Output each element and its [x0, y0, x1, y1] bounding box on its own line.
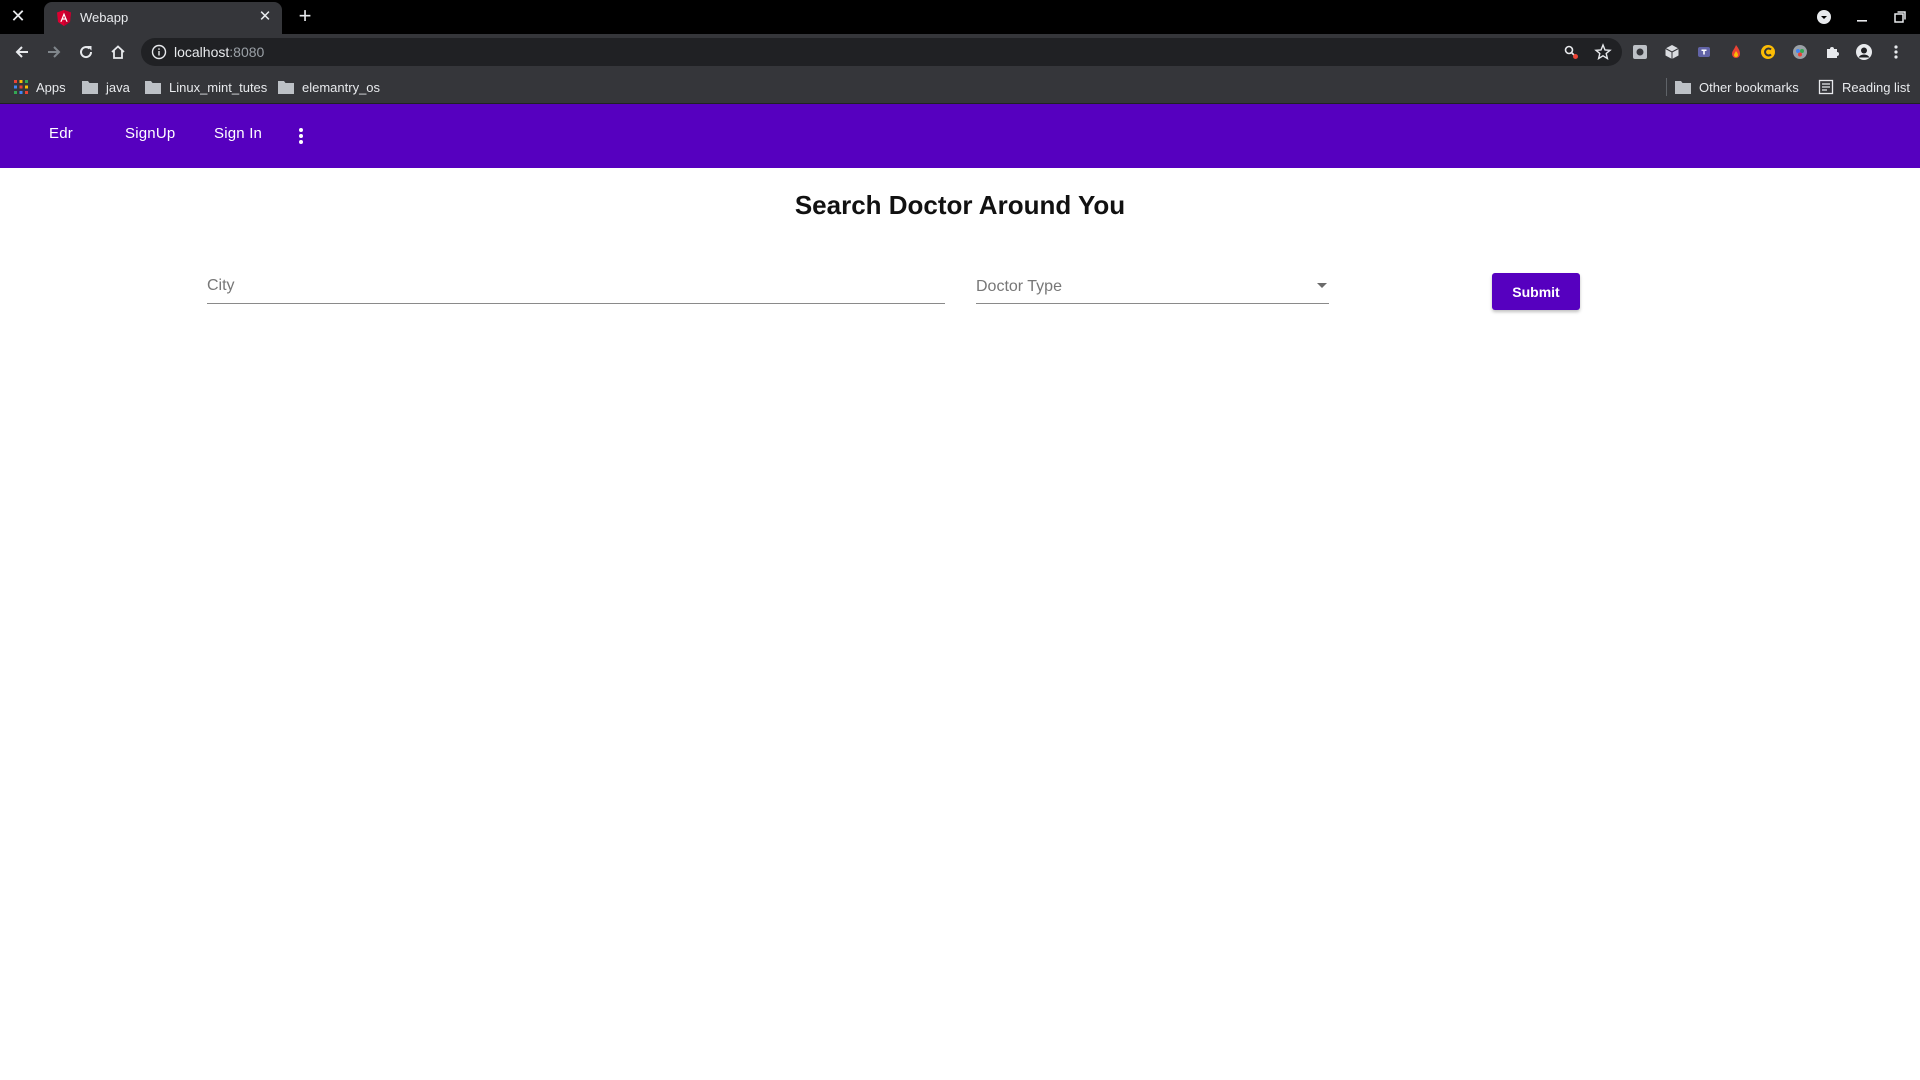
- bookmark-label: elemantry_os: [302, 79, 381, 95]
- extension-yellow-c-icon[interactable]: [1756, 40, 1780, 64]
- bookmark-java[interactable]: java: [82, 78, 130, 96]
- signup-link[interactable]: SignUp: [125, 125, 175, 142]
- bookmark-elemantry-os[interactable]: elemantry_os: [278, 78, 380, 96]
- bookmarks-divider: [1666, 78, 1667, 96]
- doctor-type-placeholder: Doctor Type: [976, 278, 1062, 295]
- folder-icon: [278, 81, 294, 94]
- extension-flame-icon[interactable]: [1724, 40, 1748, 64]
- signin-link[interactable]: Sign In: [214, 125, 262, 142]
- close-tab-icon[interactable]: ✕: [256, 8, 274, 26]
- folder-icon: [82, 81, 98, 94]
- more-vert-icon[interactable]: [289, 124, 313, 148]
- apps-grid-icon: [14, 80, 28, 94]
- bookmark-linux-mint-tutes[interactable]: Linux_mint_tutes: [145, 78, 267, 96]
- home-icon[interactable]: [106, 40, 130, 64]
- extension-teams-icon[interactable]: [1692, 40, 1716, 64]
- bookmark-star-icon[interactable]: [1594, 43, 1612, 66]
- reading-list-icon: [1818, 79, 1834, 95]
- app-header: Edr SignUp Sign In: [0, 104, 1920, 168]
- address-bar-actions: [1562, 43, 1612, 66]
- bookmark-label: Apps: [36, 79, 66, 95]
- extension-screenshot-icon[interactable]: [1628, 40, 1652, 64]
- city-input[interactable]: [207, 268, 945, 303]
- browser-tab-bar: ✕ Webapp ✕ +: [0, 0, 1920, 34]
- folder-icon: [145, 81, 161, 94]
- browser-toolbar: localhost:8080: [0, 34, 1920, 70]
- angular-logo-icon: [57, 10, 71, 26]
- dropdown-arrow-icon: [1317, 283, 1327, 288]
- window-controls: [1812, 5, 1912, 29]
- password-key-icon[interactable]: [1562, 43, 1580, 66]
- url-host: localhost: [174, 44, 230, 60]
- profile-avatar-icon[interactable]: [1852, 40, 1876, 64]
- other-bookmarks-label: Other bookmarks: [1699, 79, 1799, 95]
- submit-button[interactable]: Submit: [1492, 273, 1580, 310]
- minimize-icon[interactable]: [1850, 5, 1874, 29]
- city-field: [207, 268, 945, 304]
- extension-colorful-icon[interactable]: [1788, 40, 1812, 64]
- folder-icon: [1675, 81, 1691, 94]
- url-port: :8080: [229, 44, 265, 60]
- site-info-icon[interactable]: [151, 44, 167, 60]
- bookmark-apps[interactable]: Apps: [14, 78, 66, 96]
- bookmark-label: Linux_mint_tutes: [169, 79, 268, 95]
- close-window-icon[interactable]: ✕: [8, 6, 28, 26]
- bookmark-label: java: [106, 79, 130, 95]
- restore-icon[interactable]: [1888, 5, 1912, 29]
- url-text: localhost:8080: [174, 44, 264, 60]
- browser-menu-icon[interactable]: [1884, 40, 1908, 64]
- brand-link[interactable]: Edr: [49, 125, 73, 142]
- address-bar[interactable]: localhost:8080: [141, 38, 1622, 66]
- profile-dropdown-icon[interactable]: [1812, 5, 1836, 29]
- tab-title: Webapp: [80, 10, 129, 25]
- extension-cube-icon[interactable]: [1660, 40, 1684, 64]
- page-title: Search Doctor Around You: [794, 190, 1126, 220]
- extensions-puzzle-icon[interactable]: [1820, 40, 1844, 64]
- reload-icon[interactable]: [74, 40, 98, 64]
- new-tab-icon[interactable]: +: [293, 5, 317, 29]
- bookmarks-bar: Apps java Linux_mint_tutes elemantry_os …: [0, 70, 1920, 104]
- reading-list[interactable]: Reading list: [1818, 78, 1910, 96]
- reading-list-label: Reading list: [1842, 79, 1910, 95]
- browser-tab[interactable]: Webapp ✕: [44, 2, 282, 34]
- back-arrow-icon[interactable]: [10, 40, 34, 64]
- forward-arrow-icon[interactable]: [42, 40, 66, 64]
- other-bookmarks[interactable]: Other bookmarks: [1675, 78, 1799, 96]
- doctor-type-select[interactable]: Doctor Type: [976, 268, 1329, 304]
- extensions-row: [1628, 40, 1908, 64]
